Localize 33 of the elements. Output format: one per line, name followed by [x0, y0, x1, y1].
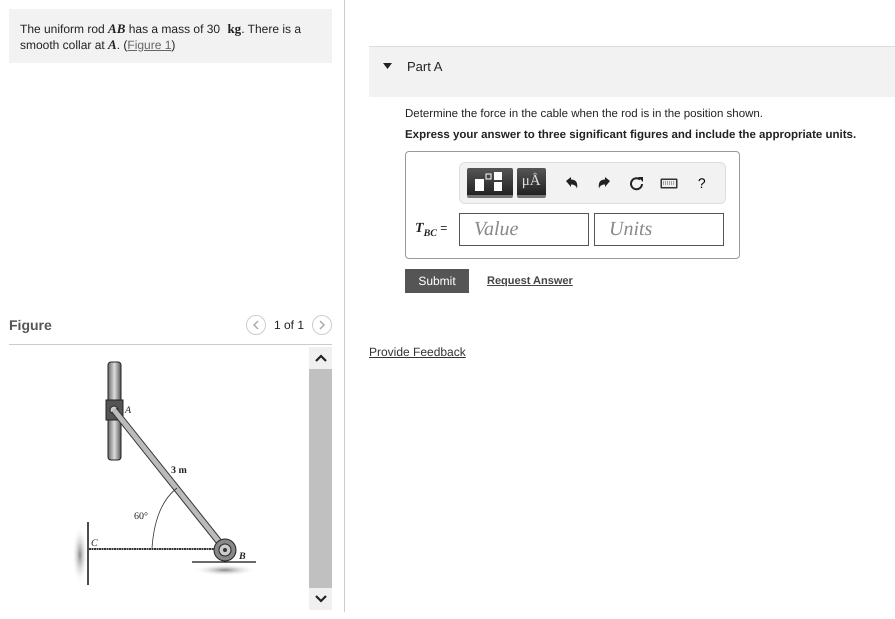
symbols-button[interactable]: μÅ [516, 168, 546, 198]
chevron-right-icon [318, 320, 326, 330]
value-field[interactable]: Value [459, 213, 589, 246]
help-button[interactable]: ? [685, 168, 718, 198]
redo-icon [597, 176, 612, 190]
provide-feedback-link[interactable]: Provide Feedback [369, 345, 466, 359]
angle-label: 60° [134, 511, 148, 522]
keyboard-icon [660, 178, 678, 188]
chevron-left-icon [252, 320, 260, 330]
part-title: Part A [407, 58, 442, 74]
point-label: B [239, 551, 246, 562]
request-answer-link[interactable]: Request Answer [487, 275, 573, 287]
variable-label: T$_{BC}$ = [415, 220, 448, 238]
wall-drawing [72, 522, 89, 585]
units-field[interactable]: Units [594, 213, 724, 246]
problem-statement: The uniform rod AB has a mass of 30 kg. There is a smooth collar at A. (Figure 1) [20, 22, 301, 52]
ground-drawing [192, 561, 257, 576]
templates-button[interactable] [467, 168, 513, 198]
part-header[interactable]: Part A [369, 46, 895, 97]
figure-link[interactable]: Figure 1 [127, 38, 172, 52]
figure-title: Figure [9, 317, 53, 333]
scrollbar[interactable] [309, 347, 332, 610]
point-label: C [91, 538, 98, 549]
chevron-up-icon [314, 354, 326, 362]
question-text: Determine the force in the cable when the rod is in the position shown. [405, 108, 764, 120]
instruction-text: Express your answer to three significant figures and include the appropriate units. [405, 129, 858, 141]
undo-icon [564, 176, 579, 190]
dimension-label: 3 m [171, 465, 187, 476]
reset-icon [629, 176, 644, 190]
page-counter: 1 of 1 [274, 318, 304, 332]
point-label: A [125, 405, 132, 416]
chevron-down-icon [314, 595, 326, 603]
submit-button[interactable]: Submit [405, 269, 469, 293]
